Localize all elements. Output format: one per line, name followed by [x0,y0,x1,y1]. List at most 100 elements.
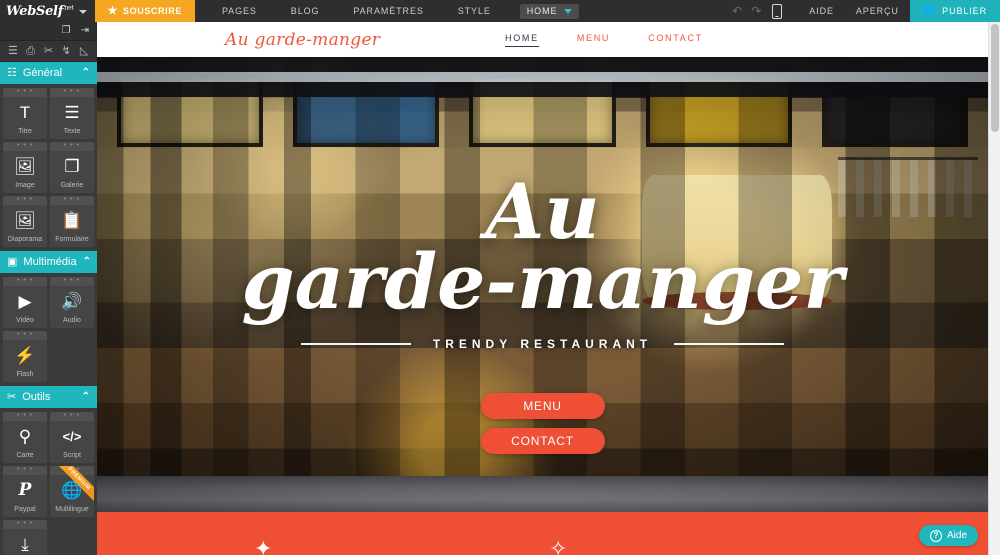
sidebar-section-general-label: Général [22,67,63,79]
widget-tile-script[interactable]: • • • </> Script [50,412,94,463]
tile-label: Texte [63,128,81,135]
widget-tile-formulaire[interactable]: • • • 📋 Formulaire [50,196,94,247]
drag-handle[interactable]: • • • [3,466,47,475]
widget-tile-audio[interactable]: • • • 🔊 Audio [50,277,94,328]
paypal-icon: P [18,480,32,500]
tagline-rule-right [674,343,785,345]
drag-handle[interactable]: • • • [50,412,94,421]
brand-chevron-down-icon[interactable] [78,10,87,14]
app-main-nav: PAGES BLOG PARAMÈTRES STYLE [205,0,508,22]
tile-label: Titre [18,128,32,135]
tile-label: Vidéo [16,317,34,324]
subscribe-button[interactable]: ★ SOUSCRIRE [94,0,195,22]
sidebar-section-outils[interactable]: ✂ Outils ⌃ [0,386,97,408]
tile-label: Galerie [60,182,84,189]
widget-tile-multilingue[interactable]: • • • 🌐 Multilingue PREMIUM [50,466,94,517]
gallery-icon: ❐ [64,157,80,176]
drag-handle[interactable]: • • • [50,196,94,205]
widget-tile-texte[interactable]: • • • ☰ Texte [50,88,94,139]
webself-brand[interactable]: WebSelf.net [0,0,95,22]
widget-tile-image[interactable]: • • • 🖼 Image [3,142,47,193]
cut-icon[interactable]: ✂ [40,45,58,57]
align-icon[interactable]: ☰ [4,45,22,57]
help-floating-button[interactable]: ? Aide [918,525,978,546]
hero-section: Au garde-manger TRENDY RESTAURANT MENU C… [97,57,988,512]
slideshow-icon: 🖼 [14,211,36,230]
publish-button[interactable]: 🌐 PUBLIER [909,0,1000,22]
map-pin-icon: ⚲ [18,427,32,446]
code-icon: </> [62,429,82,444]
nav-item-pages[interactable]: PAGES [205,0,274,22]
sidebar-tiles-general: • • • T Titre • • • ☰ Texte • • • 🖼 Imag… [0,84,97,251]
hero-title[interactable]: Au garde-manger [241,57,844,326]
decor-icon-left: ✦ [254,536,273,555]
site-logo[interactable]: Au garde-manger [225,30,380,50]
hero-tagline[interactable]: TRENDY RESTAURANT [300,336,785,351]
question-mark-icon: ? [929,529,942,542]
help-link[interactable]: AIDE [798,0,845,22]
widget-tile-galerie[interactable]: • • • ❐ Galerie [50,142,94,193]
page-selector-dropdown[interactable]: HOME [519,3,580,19]
hero-title-line-2: garde-manger [241,236,844,326]
drag-handle[interactable]: • • • [3,196,47,205]
chevron-up-icon: ⌃ [81,391,90,402]
decor-icon-right: ✧ [549,536,568,555]
hero-contact-button-label: CONTACT [511,433,574,448]
widget-tile-diaporama[interactable]: • • • 🖼 Diaporama [3,196,47,247]
text-icon: ☰ [64,103,80,122]
drag-handle[interactable]: • • • [3,277,47,286]
widget-tile-carte[interactable]: • • • ⚲ Carte [3,412,47,463]
tile-label: Flash [16,371,34,378]
drag-handle[interactable]: • • • [50,277,94,286]
preview-link[interactable]: APERÇU [845,0,910,22]
drag-handle[interactable]: • • • [3,88,47,97]
title-icon: T [19,103,31,122]
sidebar-section-outils-label: Outils [22,391,51,403]
tagline-rule-left [300,343,411,345]
site-nav-menu[interactable]: MENU [577,33,610,46]
drag-handle[interactable]: • • • [50,466,94,475]
drag-handle[interactable]: • • • [50,88,94,97]
widget-tile-titre[interactable]: • • • T Titre [3,88,47,139]
nav-item-style[interactable]: STYLE [441,0,508,22]
globe-icon: 🌐 [61,481,83,500]
undo-icon[interactable]: ↶ [732,5,742,17]
sidebar-section-general[interactable]: ☷ Général ⌃ [0,62,97,84]
hero-menu-button[interactable]: MENU [480,392,605,419]
ruler-icon[interactable]: ◺ [75,45,93,57]
nav-item-parametres[interactable]: PARAMÈTRES [336,0,440,22]
pin-icon[interactable]: ⇥ [81,26,89,36]
widget-tile-paypal[interactable]: • • • P Paypal [3,466,47,517]
site-accent-band: ✦ ✧ [97,512,988,555]
chevron-up-icon: ⌃ [82,256,91,267]
hero-contact-button[interactable]: CONTACT [480,427,605,454]
nav-item-blog[interactable]: BLOG [274,0,337,22]
tile-label: Diaporama [7,236,43,243]
paste-icon[interactable]: ⎙ [22,45,40,57]
flash-icon: ⚡ [14,346,36,365]
site-nav-home[interactable]: HOME [505,33,539,47]
site-nav-contact[interactable]: CONTACT [648,33,703,46]
canvas-scrollbar[interactable] [988,22,1000,555]
redo-icon[interactable]: ↷ [751,5,761,17]
widget-tile-flash[interactable]: • • • ⚡ Flash [3,331,47,382]
undo-edit-icon[interactable]: ↯ [57,45,75,57]
duplicate-icon[interactable]: ❐ [62,26,71,36]
drag-handle[interactable]: • • • [3,331,47,340]
sidebar-edit-toolbar: ☰ ⎙ ✂ ↯ ◺ [0,41,97,62]
mobile-preview-icon[interactable] [772,3,783,19]
help-floating-button-label: Aide [946,530,967,541]
drag-handle[interactable]: • • • [3,142,47,151]
drag-handle[interactable]: • • • [50,142,94,151]
widget-tile-video[interactable]: • • • ▶ Vidéo [3,277,47,328]
canvas-scrollbar-thumb[interactable] [991,24,999,132]
drag-handle[interactable]: • • • [3,412,47,421]
hero-tagline-text: TRENDY RESTAURANT [432,336,653,351]
widget-tile-fichiers[interactable]: • • • ⤓ Fichiers [3,520,47,555]
webself-logo: WebSelf.net [6,3,74,19]
page-selector-value: HOME [526,6,558,16]
tile-label: Script [63,452,81,459]
drag-handle[interactable]: • • • [3,520,47,529]
image-icon: 🖼 [14,157,36,176]
sidebar-section-multimedia[interactable]: ▣ Multimédia ⌃ [0,251,97,273]
